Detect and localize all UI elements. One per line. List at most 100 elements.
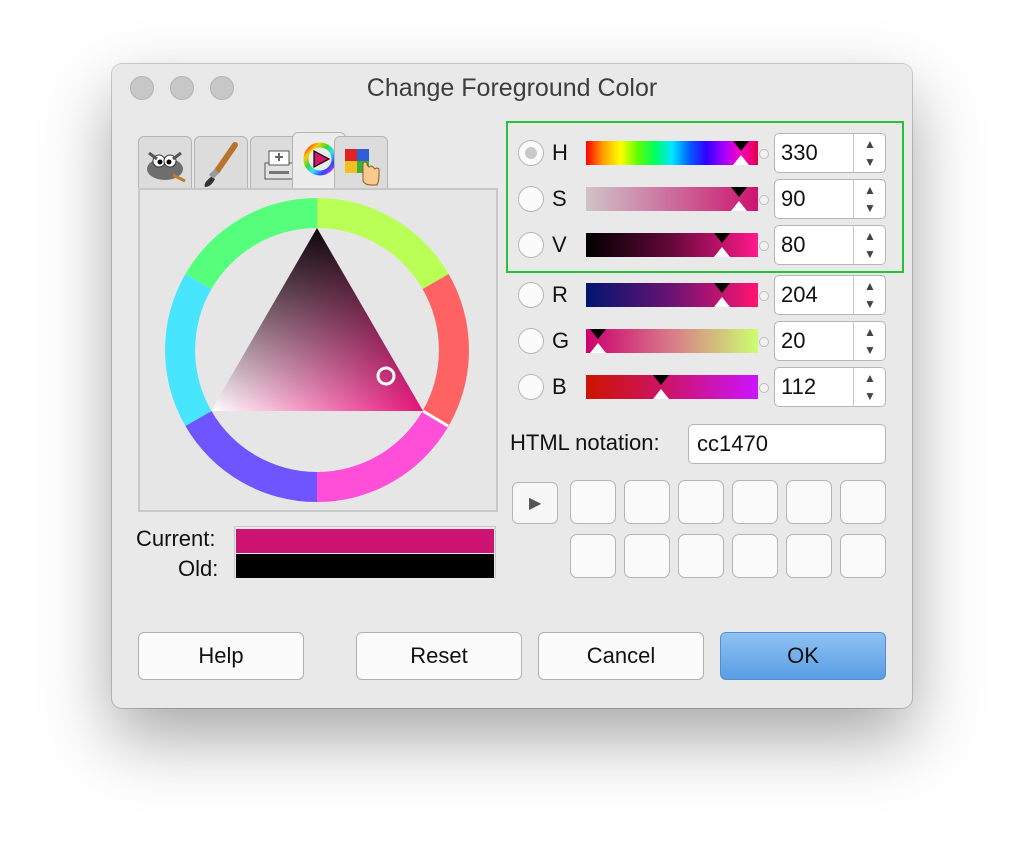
play-arrow-icon: ▶ [529,495,542,512]
radio-v[interactable] [518,232,544,258]
slider-v[interactable] [586,233,758,257]
spin-v-value[interactable]: 80 [781,232,805,258]
spin-up-icon[interactable]: ▲ [855,181,885,199]
tab-brush-selector[interactable] [194,136,248,188]
old-label: Old: [178,556,219,581]
slider-s-marker-bottom [731,201,747,211]
color-wheel-panel[interactable] [138,188,498,512]
label-h: H [552,140,568,165]
tab-gimp-selector[interactable] [138,136,192,188]
spin-separator [853,276,854,314]
spin-up-icon[interactable]: ▲ [855,135,885,153]
paintbrush-icon [204,142,238,187]
slider-s-end-knob [759,195,769,205]
spin-down-icon[interactable]: ▼ [855,153,885,171]
spin-separator [853,180,854,218]
spin-down-icon[interactable]: ▼ [855,199,885,217]
wilber-icon [147,151,186,183]
slider-b-marker-bottom [653,389,669,399]
slider-g-marker-top [590,329,606,339]
slider-r-marker-bottom [714,297,730,307]
spin-h[interactable]: 330 ▲ ▼ [774,133,886,173]
radio-s[interactable] [518,186,544,212]
slider-h-marker-top [733,141,749,151]
window-title: Change Foreground Color [366,74,658,102]
spin-separator [853,322,854,360]
history-slot[interactable] [840,534,886,578]
slider-b-end-knob [759,383,769,393]
history-slot[interactable] [624,534,670,578]
spin-separator [853,368,854,406]
current-label: Current: [136,526,216,551]
spin-down-icon[interactable]: ▼ [855,245,885,263]
current-color-swatch [236,529,494,553]
slider-h-end-knob [759,149,769,159]
history-slot[interactable] [678,480,724,524]
spin-down-icon[interactable]: ▼ [855,341,885,359]
radio-b[interactable] [518,374,544,400]
spin-g[interactable]: 20 ▲ ▼ [774,321,886,361]
html-notation-label: HTML notation: [510,430,660,455]
spin-up-icon[interactable]: ▲ [855,227,885,245]
spin-down-icon[interactable]: ▼ [855,295,885,313]
slider-r-end-knob [759,291,769,301]
spin-h-value[interactable]: 330 [781,140,818,166]
spin-s[interactable]: 90 ▲ ▼ [774,179,886,219]
hsv-triangle-wheel[interactable] [140,190,496,510]
slider-v-marker-bottom [714,247,730,257]
spin-up-icon[interactable]: ▲ [855,277,885,295]
label-r: R [552,282,568,307]
slider-r-marker-top [714,283,730,293]
spin-g-value[interactable]: 20 [781,328,805,354]
color-dialog: Change Foreground Color Current: Old: H … [112,64,912,708]
slider-b[interactable] [586,375,758,399]
html-notation-input[interactable]: cc1470 [688,424,886,464]
history-slot[interactable] [570,480,616,524]
slider-v-end-knob [759,241,769,251]
history-slot[interactable] [840,480,886,524]
help-button[interactable]: Help [138,632,304,680]
history-slot[interactable] [786,534,832,578]
html-notation-value[interactable]: cc1470 [697,431,768,457]
palette-hand-icon [345,149,380,186]
history-slot[interactable] [624,480,670,524]
spin-b-value[interactable]: 112 [781,374,816,400]
slider-g-end-knob [759,337,769,347]
history-slot[interactable] [732,534,778,578]
slider-b-marker-top [653,375,669,385]
spin-down-icon[interactable]: ▼ [855,387,885,405]
label-s: S [552,186,567,211]
slider-s-marker-top [731,187,747,197]
reset-button[interactable]: Reset [356,632,522,680]
spin-s-value[interactable]: 90 [781,186,805,212]
spin-separator [853,134,854,172]
label-v: V [552,232,567,257]
spin-up-icon[interactable]: ▲ [855,323,885,341]
slider-v-marker-top [714,233,730,243]
history-slot[interactable] [786,480,832,524]
radio-h[interactable] [518,140,544,166]
label-b: B [552,374,567,399]
spin-v[interactable]: 80 ▲ ▼ [774,225,886,265]
slider-g[interactable] [586,329,758,353]
tab-palette-selector[interactable] [334,136,388,188]
titlebar: Change Foreground Color [112,64,912,110]
spin-up-icon[interactable]: ▲ [855,369,885,387]
cancel-button[interactable]: Cancel [538,632,704,680]
old-color-swatch[interactable] [236,554,494,578]
slider-r[interactable] [586,283,758,307]
ok-button[interactable]: OK [720,632,886,680]
label-g: G [552,328,570,353]
add-to-history-button[interactable]: ▶ [512,482,558,524]
history-slot[interactable] [678,534,724,578]
spin-r-value[interactable]: 204 [781,282,818,308]
radio-g[interactable] [518,328,544,354]
radio-r[interactable] [518,282,544,308]
slider-g-marker-bottom [590,343,606,353]
history-slot[interactable] [732,480,778,524]
slider-h-marker-bottom [733,155,749,165]
spin-r[interactable]: 204 ▲ ▼ [774,275,886,315]
spin-separator [853,226,854,264]
spin-b[interactable]: 112 ▲ ▼ [774,367,886,407]
history-slot[interactable] [570,534,616,578]
